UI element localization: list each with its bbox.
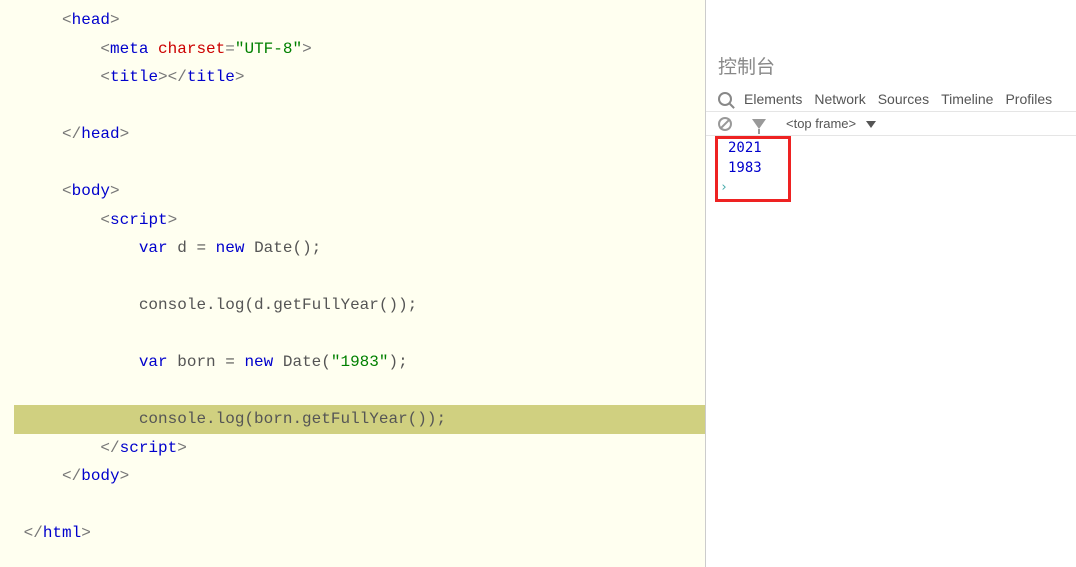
devtools-pane: 控制台 Elements Network Sources Timeline Pr… — [705, 0, 1076, 567]
code-line[interactable]: <title></title> — [14, 63, 705, 92]
code-line[interactable] — [14, 320, 705, 349]
filter-icon[interactable] — [752, 119, 766, 129]
code-line[interactable]: </html> — [14, 519, 705, 548]
console-log-line: 1983 — [718, 158, 1064, 178]
code-line[interactable]: console.log(born.getFullYear()); — [14, 405, 705, 434]
code-line[interactable]: </script> — [14, 434, 705, 463]
tab-network[interactable]: Network — [814, 91, 865, 107]
clear-icon[interactable] — [718, 117, 732, 131]
console-prompt[interactable]: › — [718, 178, 1064, 198]
code-line[interactable] — [14, 377, 705, 406]
tab-elements[interactable]: Elements — [744, 91, 802, 107]
devtools-toolbar: <top frame> — [706, 112, 1076, 136]
code-line[interactable]: var d = new Date(); — [14, 234, 705, 263]
code-line[interactable]: <script> — [14, 206, 705, 235]
code-line[interactable] — [14, 92, 705, 121]
tab-sources[interactable]: Sources — [878, 91, 929, 107]
code-line[interactable]: <head> — [14, 6, 705, 35]
code-editor-pane[interactable]: <head> <meta charset="UTF-8"> <title></t… — [0, 0, 705, 567]
chevron-down-icon — [866, 121, 876, 128]
code-line[interactable]: var born = new Date("1983"); — [14, 348, 705, 377]
code-lines-container: <head> <meta charset="UTF-8"> <title></t… — [0, 6, 705, 548]
code-line[interactable] — [14, 491, 705, 520]
console-output: 2021 1983 › — [706, 136, 1076, 200]
spacer — [706, 0, 1076, 44]
search-icon[interactable] — [718, 92, 732, 106]
tab-profiles[interactable]: Profiles — [1005, 91, 1052, 107]
code-line[interactable]: console.log(d.getFullYear()); — [14, 291, 705, 320]
code-line[interactable]: </body> — [14, 462, 705, 491]
frame-label: <top frame> — [786, 116, 856, 131]
devtools-tabs: Elements Network Sources Timeline Profil… — [706, 87, 1076, 112]
frame-selector[interactable]: <top frame> — [786, 116, 876, 131]
tab-timeline[interactable]: Timeline — [941, 91, 993, 107]
code-line[interactable]: </head> — [14, 120, 705, 149]
devtools-title: 控制台 — [706, 44, 1076, 87]
code-line[interactable]: <body> — [14, 177, 705, 206]
console-log-line: 2021 — [718, 138, 1064, 158]
code-line[interactable] — [14, 263, 705, 292]
code-line[interactable] — [14, 149, 705, 178]
code-line[interactable]: <meta charset="UTF-8"> — [14, 35, 705, 64]
